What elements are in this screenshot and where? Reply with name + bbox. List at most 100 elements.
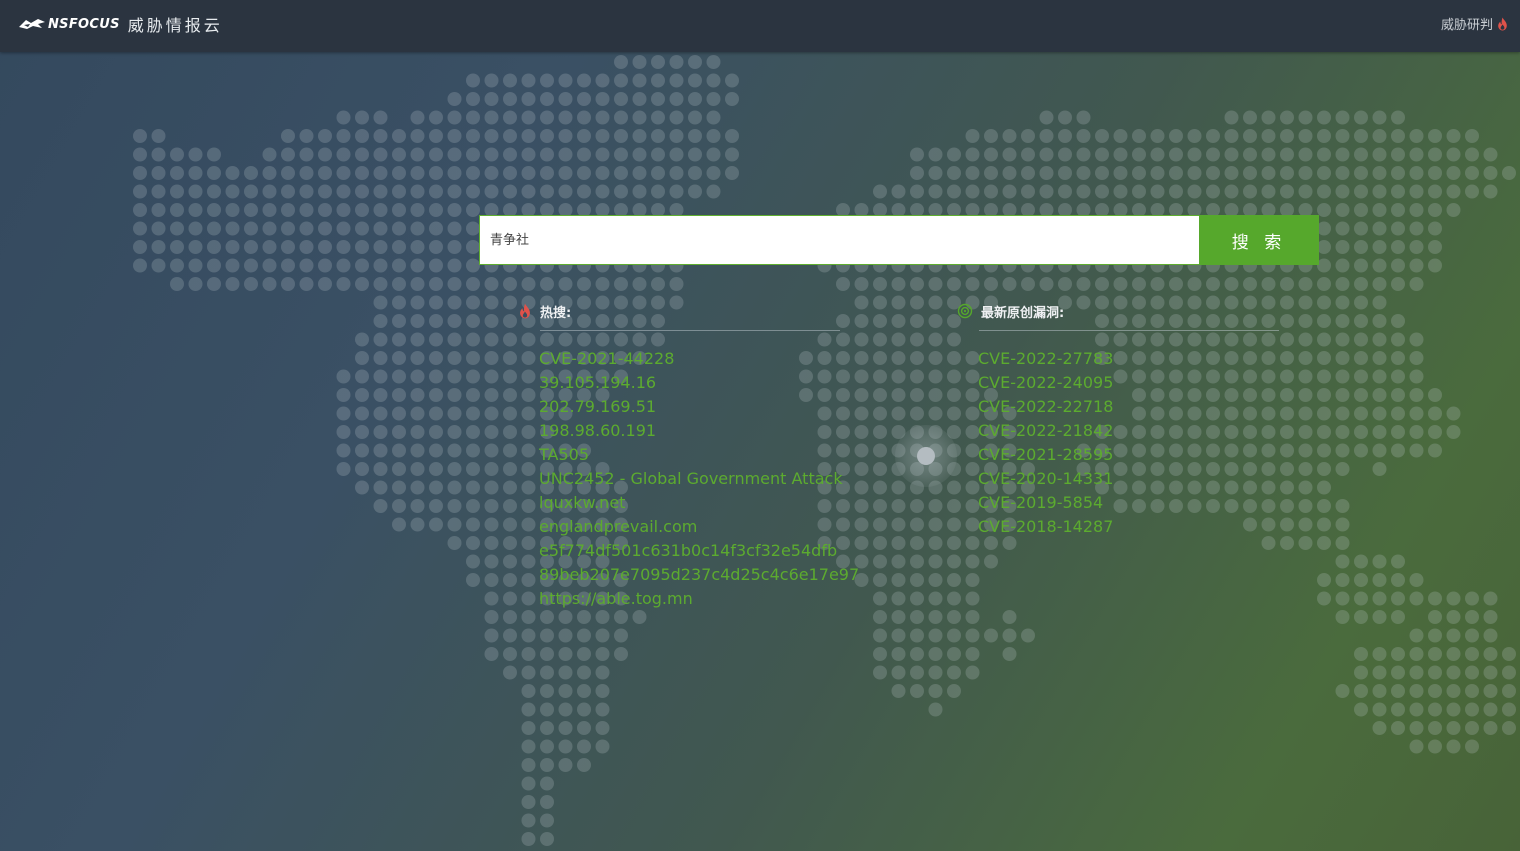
- list-item[interactable]: CVE-2022-21842: [978, 419, 1279, 443]
- map-dot: [1317, 462, 1331, 476]
- map-dot: [1428, 147, 1442, 162]
- map-dot: [1335, 314, 1350, 328]
- map-dot: [891, 628, 906, 643]
- map-dot: [1280, 184, 1294, 199]
- map-dot: [373, 462, 388, 476]
- map-dot: [577, 758, 591, 772]
- map-dot: [521, 92, 536, 106]
- map-dot: [1446, 147, 1461, 162]
- map-dot: [1243, 166, 1257, 180]
- map-dot: [521, 166, 536, 180]
- latest-vulns-header: 最新原创漏洞:: [957, 300, 1279, 322]
- map-dot: [1465, 684, 1479, 698]
- list-item[interactable]: 39.105.194.16: [539, 371, 859, 395]
- map-dot: [928, 536, 943, 550]
- map-dot: [244, 240, 258, 254]
- map-dot: [965, 147, 980, 162]
- map-dot: [447, 166, 462, 180]
- map-dot: [225, 258, 240, 273]
- list-item[interactable]: e5f774df501c631b0c14f3cf32e54dfb: [539, 539, 859, 563]
- map-dot: [1391, 665, 1405, 680]
- map-dot: [207, 184, 221, 199]
- list-item[interactable]: TA505: [539, 443, 859, 467]
- map-dot: [429, 295, 443, 310]
- list-item[interactable]: 202.79.169.51: [539, 395, 859, 419]
- list-item[interactable]: CVE-2021-28595: [978, 443, 1279, 467]
- map-dot: [373, 499, 388, 513]
- map-dot: [355, 369, 369, 384]
- map-dot: [484, 295, 499, 310]
- map-dot: [873, 406, 887, 421]
- list-item[interactable]: lquxkw.net: [539, 491, 859, 515]
- map-dot: [336, 110, 351, 125]
- map-dot: [928, 351, 943, 365]
- map-dot: [558, 110, 573, 125]
- map-dot: [540, 92, 554, 106]
- map-dot: [503, 499, 517, 513]
- map-dot: [1261, 129, 1276, 143]
- map-dot: [392, 443, 406, 458]
- logo[interactable]: NSFOCUS 威胁情报云: [18, 12, 223, 36]
- map-dot: [1446, 184, 1461, 199]
- list-item[interactable]: CVE-2018-14287: [978, 515, 1279, 539]
- map-dot: [1317, 277, 1331, 291]
- search-button[interactable]: 搜 索: [1199, 215, 1319, 265]
- search-input[interactable]: [479, 215, 1199, 265]
- map-dot: [1409, 443, 1424, 458]
- map-dot: [595, 665, 610, 680]
- list-item[interactable]: CVE-2022-24095: [978, 371, 1279, 395]
- map-dot: [873, 314, 887, 328]
- map-dot: [614, 147, 628, 162]
- map-dot: [392, 314, 406, 328]
- threat-analysis-link[interactable]: 威胁研判: [1441, 14, 1508, 33]
- list-item[interactable]: CVE-2019-5854: [978, 491, 1279, 515]
- map-dot: [873, 665, 887, 680]
- map-dot: [910, 517, 924, 532]
- map-dot: [373, 129, 388, 143]
- map-dot: [447, 258, 462, 273]
- map-dot: [1317, 388, 1331, 402]
- map-dot: [1335, 517, 1350, 532]
- map-dot: [373, 351, 388, 365]
- list-item[interactable]: englandprevail.com: [539, 515, 859, 539]
- map-dot: [225, 184, 240, 199]
- map-dot: [1243, 110, 1257, 125]
- list-item[interactable]: CVE-2020-14331: [978, 467, 1279, 491]
- map-dot: [262, 258, 277, 273]
- map-dot: [595, 739, 610, 754]
- list-item[interactable]: CVE-2022-22718: [978, 395, 1279, 419]
- map-dot: [1224, 277, 1239, 291]
- target-icon: [957, 303, 973, 319]
- map-dot: [225, 166, 240, 180]
- map-dot: [355, 110, 369, 125]
- map-dot: [558, 739, 573, 754]
- map-dot: [1317, 573, 1331, 587]
- list-item[interactable]: https://able.tog.mn: [539, 587, 859, 611]
- list-item[interactable]: UNC2452 - Global Government Attack: [539, 467, 859, 491]
- map-dot: [632, 110, 647, 125]
- map-dot: [1095, 147, 1109, 162]
- map-dot: [336, 258, 351, 273]
- list-item[interactable]: 198.98.60.191: [539, 419, 859, 443]
- map-dot: [1169, 129, 1183, 143]
- map-dot: [373, 314, 388, 328]
- map-dot: [1280, 110, 1294, 125]
- map-dot: [891, 517, 906, 532]
- map-dot: [1465, 721, 1479, 735]
- map-dot: [355, 443, 369, 458]
- map-dot: [1317, 425, 1331, 439]
- hot-search-list: CVE-2021-44228 39.105.194.16 202.79.169.…: [539, 347, 859, 611]
- map-dot: [1298, 110, 1313, 125]
- list-item[interactable]: CVE-2021-44228: [539, 347, 859, 371]
- map-dot: [1187, 184, 1202, 199]
- map-dot: [614, 110, 628, 125]
- map-dot: [1372, 129, 1387, 143]
- map-dot: [1483, 166, 1498, 180]
- map-dot: [1391, 610, 1405, 624]
- map-dot: [466, 258, 480, 273]
- map-dot: [466, 314, 480, 328]
- list-item[interactable]: CVE-2022-27783: [978, 347, 1279, 371]
- map-dot: [669, 166, 684, 180]
- map-dot: [466, 369, 480, 384]
- list-item[interactable]: 89beb207e7095d237c4d25c4c6e17e97: [539, 563, 859, 587]
